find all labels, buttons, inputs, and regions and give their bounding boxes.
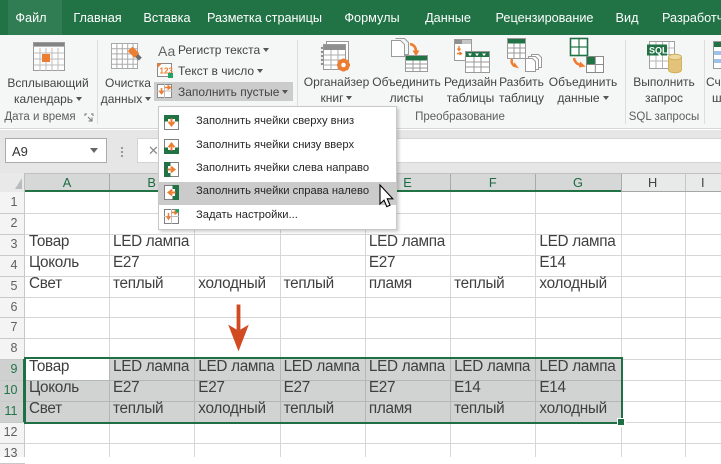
svg-text:SQL: SQL: [649, 46, 668, 56]
